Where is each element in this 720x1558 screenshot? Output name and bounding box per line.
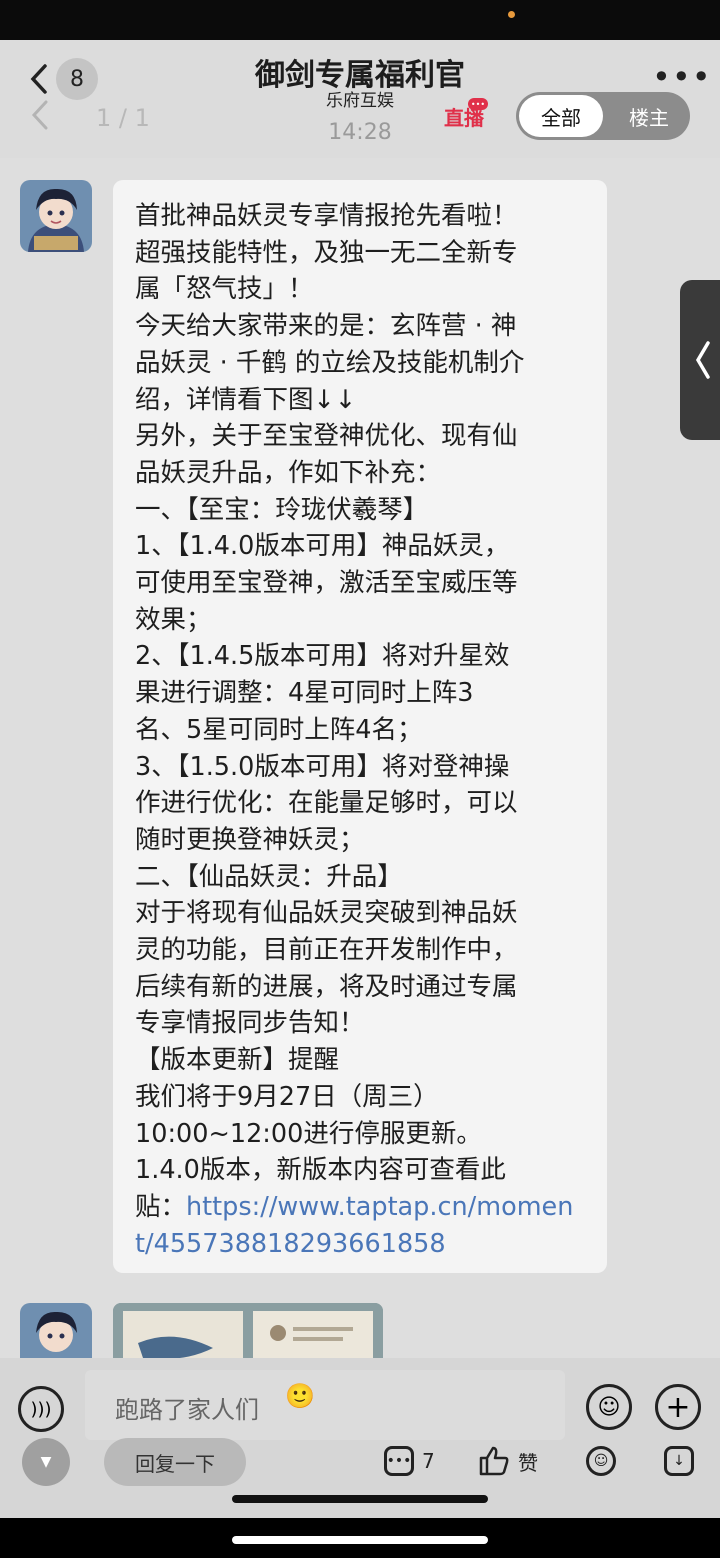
link-prefix: 贴： — [135, 1191, 187, 1222]
input-placeholder: 跑路了家人们 — [115, 1396, 259, 1424]
message-line: 一、【至宝：玲珑伏羲琴】 — [135, 494, 429, 525]
message-line: 专享情报同步告知！ — [135, 1008, 365, 1039]
download-icon: ↓ — [664, 1446, 694, 1476]
chevron-left-icon — [695, 341, 710, 379]
smiley-icon[interactable]: ☺ — [586, 1384, 632, 1430]
page-subtitle: 乐府互娱 — [326, 91, 394, 111]
smiley-plus-icon: ☺ — [586, 1446, 616, 1476]
message-line: 效果； — [135, 604, 212, 635]
thumbs-up-icon — [479, 1446, 509, 1476]
message-line: 超强技能特性，及独一无二全新专 — [135, 237, 518, 268]
message-line: 灵的功能，目前正在开发制作中， — [135, 935, 518, 965]
message-line: 后续有新的进展，将及时通过专属 — [135, 971, 518, 1002]
message-line: 对于将现有仙品妖灵突破到神品妖 — [135, 898, 518, 929]
timestamp: 14:28 — [328, 120, 392, 145]
system-nav-strip — [0, 1518, 720, 1558]
chevron-left-icon — [30, 64, 47, 94]
message-line: 1、【1.4.0版本可用】神品妖灵， — [135, 531, 510, 562]
chat-screen: 8 1 / 1 御剑专属福利官 乐府互娱 14:28 直播 ••• ••• 全部… — [0, 40, 720, 1518]
message-bubble[interactable]: 首批神品妖灵专享情报抢先看啦！ 超强技能特性，及独一无二全新专 属「怒气技」！ … — [113, 180, 607, 1273]
message-line: 我们将于9月27日（周三） — [135, 1081, 439, 1112]
message-line: 2、【1.4.5版本可用】将对升星效 — [135, 641, 510, 672]
home-indicator[interactable] — [232, 1536, 488, 1544]
message-line: 1.4.0版本，新版本内容可查看此 — [135, 1155, 506, 1186]
reply-button[interactable]: 回复一下 — [104, 1438, 246, 1486]
message-link[interactable]: https://www.taptap.cn/momen — [186, 1192, 573, 1222]
filter-segment: 全部 楼主 — [516, 92, 690, 140]
message-line: 果进行调整：4星可同时上阵3 — [135, 678, 474, 709]
message-line: 名、5星可同时上阵4名； — [135, 714, 423, 745]
voice-icon[interactable]: ))) — [18, 1386, 64, 1432]
tab-all[interactable]: 全部 — [519, 95, 603, 137]
avatar[interactable] — [20, 180, 92, 252]
header: 8 1 / 1 御剑专属福利官 乐府互娱 14:28 直播 ••• ••• 全部… — [0, 40, 720, 158]
message-line: 10:00~12:00进行停服更新。 — [135, 1118, 482, 1149]
message-link-continued[interactable]: t/455738818293661858 — [135, 1226, 446, 1262]
like-label: 赞 — [518, 1450, 538, 1475]
camera-indicator — [508, 11, 515, 18]
bottom-bar: ))) 跑路了家人们 🙂 ☺ + ▼ 回复一下 ••• 7 赞 ☺ ↓ — [0, 1358, 720, 1518]
tab-owner[interactable]: 楼主 — [612, 95, 686, 137]
message-line: 3、【1.5.0版本可用】将对登神操 — [135, 751, 510, 782]
live-button[interactable]: 直播 ••• — [444, 98, 488, 132]
comment-button[interactable]: ••• 7 — [384, 1446, 435, 1476]
message-line: 绍，详情看下图↓↓ — [135, 384, 357, 415]
chevron-down-icon[interactable]: ▼ — [22, 1438, 70, 1486]
smiley-emoji-icon: 🙂 — [285, 1382, 315, 1410]
ghost-back-icon — [30, 98, 50, 141]
message-line: 另外，关于至宝登神优化、现有仙 — [135, 421, 518, 452]
comment-icon: ••• — [384, 1446, 414, 1476]
live-badge-icon: ••• — [468, 98, 488, 110]
message-line: 二、【仙品妖灵：升品】 — [135, 861, 403, 892]
back-button[interactable] — [22, 62, 56, 96]
status-bar — [0, 0, 720, 40]
message-line: 【版本更新】提醒 — [135, 1045, 340, 1076]
side-drawer-tab[interactable] — [680, 280, 720, 440]
message-line: 品妖灵升品，作如下补充： — [135, 457, 442, 488]
unread-badge[interactable]: 8 — [56, 58, 98, 100]
page-indicator: 1 / 1 — [96, 104, 150, 132]
download-button[interactable]: ↓ — [664, 1446, 694, 1476]
plus-icon[interactable]: + — [655, 1384, 701, 1430]
comment-count: 7 — [422, 1449, 435, 1473]
message-line: 可使用至宝登神，激活至宝威压等 — [135, 568, 518, 598]
message-line: 今天给大家带来的是：玄阵营 · 神 — [135, 311, 517, 342]
gesture-bar — [232, 1495, 488, 1503]
message-line: 作进行优化：在能量足够时，可以 — [135, 788, 518, 819]
message-line: 属「怒气技」！ — [135, 274, 314, 305]
like-button[interactable]: 赞 — [478, 1446, 538, 1476]
comment-input[interactable]: 跑路了家人们 🙂 — [85, 1370, 565, 1440]
message-line: 首批神品妖灵专享情报抢先看啦！ — [135, 201, 518, 231]
react-button[interactable]: ☺ — [586, 1446, 616, 1476]
message-line: 品妖灵 · 千鹤 的立绘及技能机制介 — [135, 347, 525, 378]
message-line: 随时更换登神妖灵； — [135, 824, 365, 855]
more-button[interactable]: ••• — [652, 58, 712, 96]
message-link-line: 贴：https://www.taptap.cn/momen — [135, 1189, 573, 1225]
